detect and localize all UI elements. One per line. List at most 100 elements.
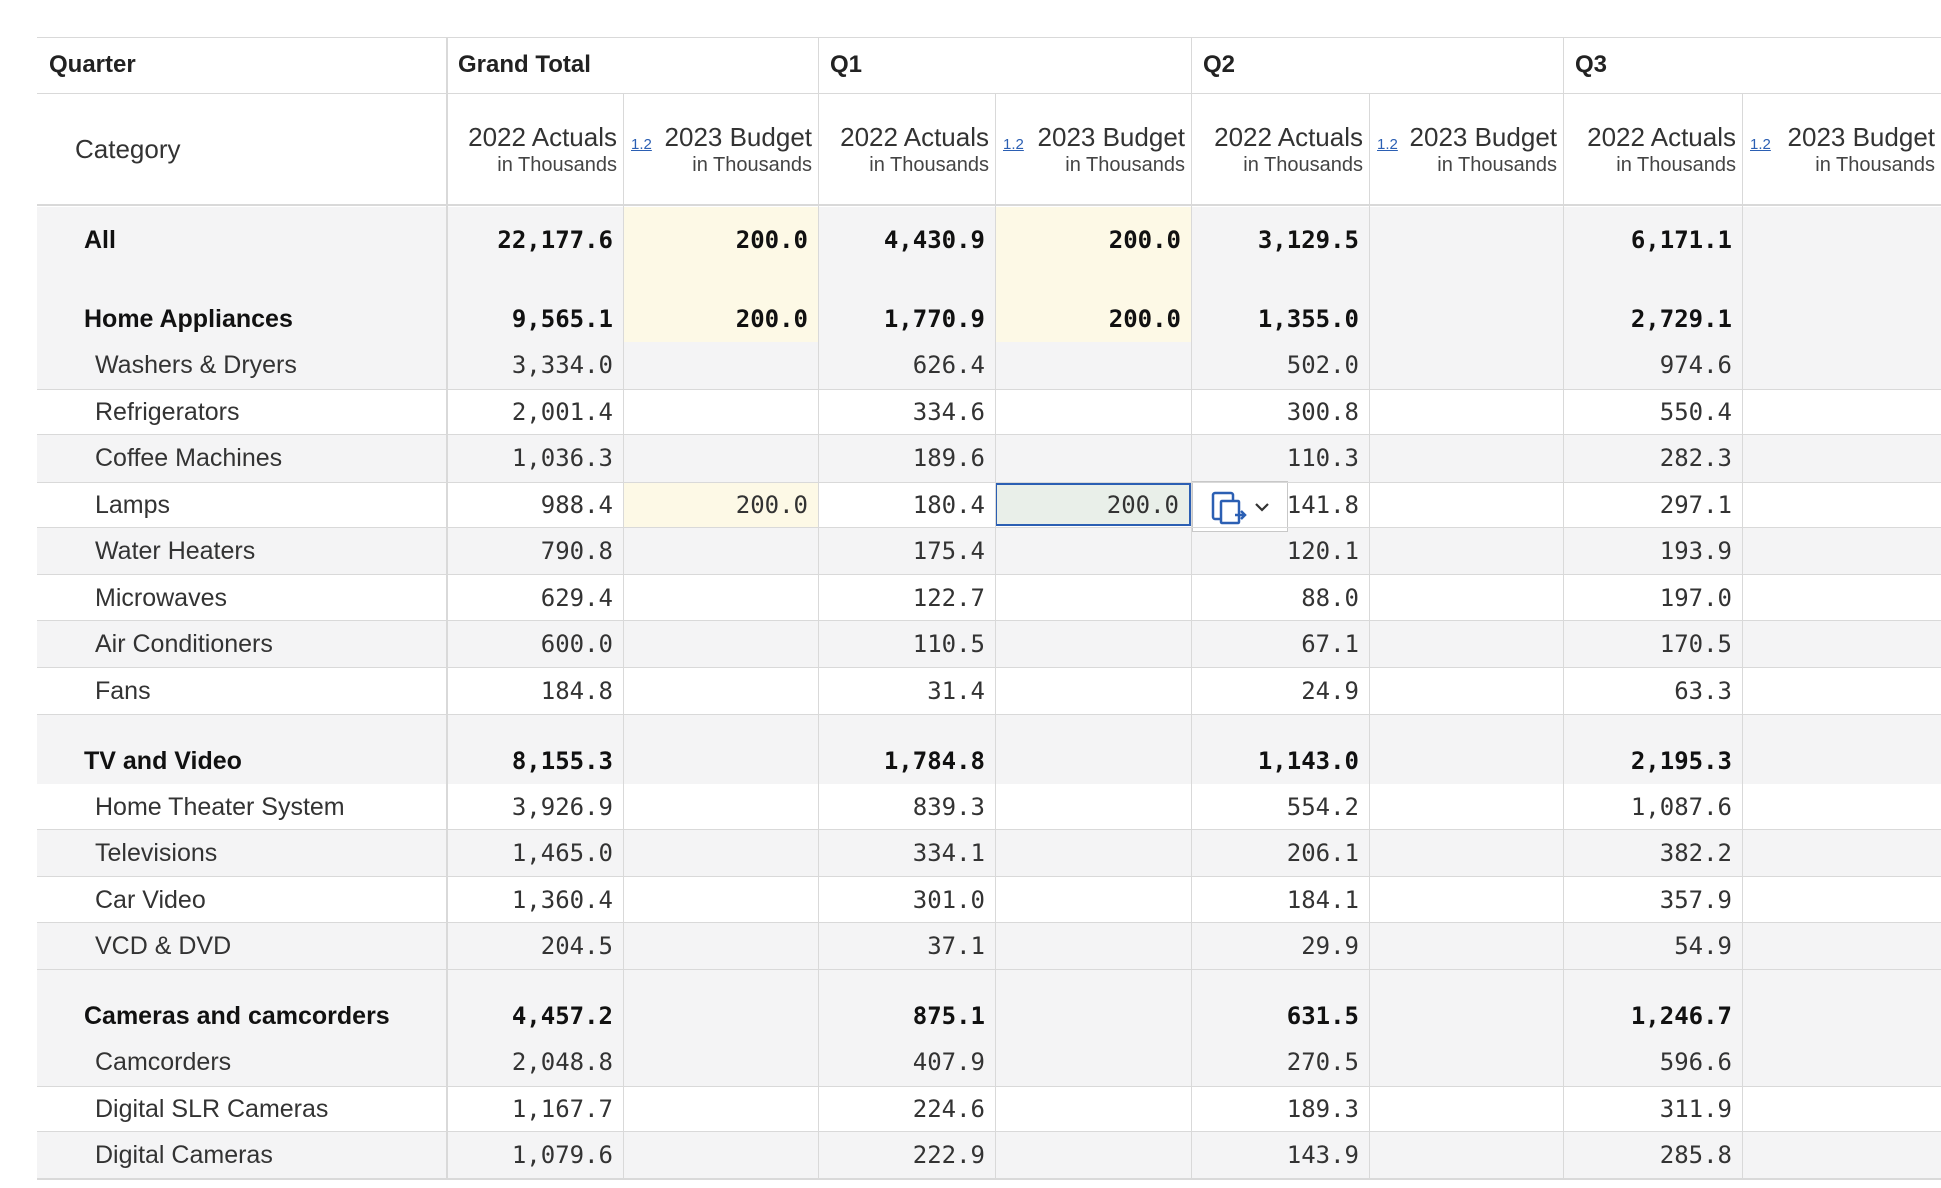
value-cell[interactable] [1369, 533, 1563, 569]
value-cell[interactable] [623, 580, 818, 616]
value-cell[interactable] [995, 347, 1191, 383]
row-label[interactable]: Refrigerators [95, 394, 442, 430]
value-cell[interactable]: 600.0 [446, 626, 623, 662]
row-label[interactable]: Water Heaters [95, 533, 442, 569]
value-cell[interactable] [1742, 347, 1941, 383]
value-cell[interactable]: 2,195.3 [1563, 743, 1742, 779]
selected-budget-cell[interactable]: 200.0 [995, 483, 1191, 526]
value-cell[interactable]: 550.4 [1563, 394, 1742, 430]
value-cell[interactable] [1742, 673, 1941, 709]
value-cell[interactable]: 790.8 [446, 533, 623, 569]
value-cell[interactable]: 9,565.1 [446, 301, 623, 337]
value-cell[interactable]: 2,001.4 [446, 394, 623, 430]
value-cell[interactable]: 184.8 [446, 673, 623, 709]
value-cell[interactable]: 24.9 [1191, 673, 1369, 709]
value-cell[interactable] [623, 626, 818, 662]
value-cell[interactable] [1369, 673, 1563, 709]
value-cell[interactable]: 170.5 [1563, 626, 1742, 662]
value-cell[interactable]: 502.0 [1191, 347, 1369, 383]
value-cell[interactable]: 988.4 [446, 487, 623, 523]
budget-subheader-1[interactable]: 2023 Budget in Thousands 1.2 [623, 94, 818, 204]
value-cell[interactable]: 180.4 [818, 487, 995, 523]
value-cell[interactable]: 1,784.8 [818, 743, 995, 779]
value-cell[interactable] [623, 673, 818, 709]
row-label[interactable]: Car Video [95, 882, 442, 918]
value-cell[interactable] [1369, 835, 1563, 871]
value-cell[interactable]: 189.3 [1191, 1091, 1369, 1127]
value-cell[interactable]: 193.9 [1563, 533, 1742, 569]
value-cell[interactable] [623, 743, 818, 779]
value-cell[interactable]: 285.8 [1563, 1137, 1742, 1173]
value-cell[interactable]: 200.0 [995, 301, 1191, 337]
value-cell[interactable] [1369, 222, 1563, 258]
row-label[interactable]: Lamps [95, 487, 442, 523]
value-cell[interactable] [995, 440, 1191, 476]
value-cell[interactable]: 224.6 [818, 1091, 995, 1127]
budget-subheader-5[interactable]: 2023 Budget in Thousands 1.2 [1369, 94, 1563, 204]
row-label[interactable]: Coffee Machines [95, 440, 442, 476]
value-cell[interactable] [1742, 743, 1941, 779]
value-cell[interactable] [1369, 580, 1563, 616]
value-cell[interactable]: 1,355.0 [1191, 301, 1369, 337]
group-header-1[interactable]: Q1 [818, 38, 1191, 92]
number-format-badge[interactable]: 1.2 [1377, 136, 1398, 153]
value-cell[interactable]: 1,360.4 [446, 882, 623, 918]
row-label[interactable]: Digital SLR Cameras [95, 1091, 442, 1127]
value-cell[interactable] [995, 394, 1191, 430]
value-cell[interactable] [1369, 743, 1563, 779]
value-cell[interactable] [1369, 394, 1563, 430]
value-cell[interactable]: 22,177.6 [446, 222, 623, 258]
value-cell[interactable]: 407.9 [818, 1044, 995, 1080]
paste-options-button[interactable] [1192, 481, 1288, 532]
actuals-subheader-4[interactable]: 2022 Actuals in Thousands [1191, 94, 1369, 204]
value-cell[interactable]: 334.6 [818, 394, 995, 430]
value-cell[interactable] [1742, 1091, 1941, 1127]
value-cell[interactable]: 301.0 [818, 882, 995, 918]
value-cell[interactable] [1369, 347, 1563, 383]
value-cell[interactable]: 629.4 [446, 580, 623, 616]
value-cell[interactable]: 189.6 [818, 440, 995, 476]
value-cell[interactable]: 31.4 [818, 673, 995, 709]
value-cell[interactable] [1742, 301, 1941, 337]
number-format-badge[interactable]: 1.2 [1750, 136, 1771, 153]
value-cell[interactable] [623, 835, 818, 871]
value-cell[interactable] [1742, 626, 1941, 662]
value-cell[interactable]: 2,048.8 [446, 1044, 623, 1080]
group-header-0[interactable]: Grand Total [446, 38, 818, 92]
value-cell[interactable] [995, 835, 1191, 871]
value-cell[interactable]: 54.9 [1563, 928, 1742, 964]
value-cell[interactable] [1742, 1137, 1941, 1173]
value-cell[interactable] [1369, 998, 1563, 1034]
row-label[interactable]: Cameras and camcorders [84, 998, 442, 1034]
value-cell[interactable]: 282.3 [1563, 440, 1742, 476]
row-label[interactable]: Digital Cameras [95, 1137, 442, 1173]
value-cell[interactable]: 120.1 [1191, 533, 1369, 569]
value-cell[interactable] [1369, 1137, 1563, 1173]
value-cell[interactable] [1742, 1044, 1941, 1080]
value-cell[interactable] [1742, 440, 1941, 476]
value-cell[interactable]: 63.3 [1563, 673, 1742, 709]
actuals-subheader-0[interactable]: 2022 Actuals in Thousands [446, 94, 623, 204]
row-label[interactable]: Home Appliances [84, 301, 442, 337]
value-cell[interactable]: 200.0 [623, 487, 818, 523]
value-cell[interactable] [1742, 222, 1941, 258]
value-cell[interactable] [623, 1044, 818, 1080]
row-label[interactable]: TV and Video [84, 743, 442, 779]
value-cell[interactable]: 197.0 [1563, 580, 1742, 616]
value-cell[interactable] [1742, 394, 1941, 430]
value-cell[interactable]: 88.0 [1191, 580, 1369, 616]
value-cell[interactable]: 839.3 [818, 789, 995, 825]
value-cell[interactable] [1369, 928, 1563, 964]
value-cell[interactable]: 8,155.3 [446, 743, 623, 779]
value-cell[interactable]: 37.1 [818, 928, 995, 964]
row-label[interactable]: Camcorders [95, 1044, 442, 1080]
value-cell[interactable]: 596.6 [1563, 1044, 1742, 1080]
value-cell[interactable] [1742, 835, 1941, 871]
number-format-badge[interactable]: 1.2 [1003, 136, 1024, 153]
value-cell[interactable] [1742, 789, 1941, 825]
value-cell[interactable] [995, 533, 1191, 569]
value-cell[interactable]: 1,143.0 [1191, 743, 1369, 779]
row-label[interactable]: Televisions [95, 835, 442, 871]
value-cell[interactable] [623, 347, 818, 383]
row-label[interactable]: Washers & Dryers [95, 347, 442, 383]
